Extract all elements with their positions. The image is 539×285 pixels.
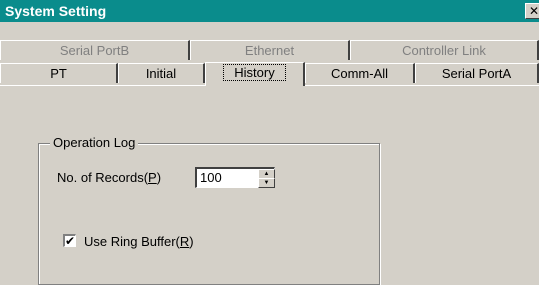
tab-serial-portb[interactable]: Serial PortB (0, 40, 190, 60)
close-icon[interactable]: ✕ (525, 3, 539, 19)
title-bar: System Setting ✕ (0, 0, 539, 22)
tab-label: Controller Link (402, 43, 486, 58)
tab-label: Comm-All (330, 66, 389, 81)
records-label-suffix: ) (156, 170, 162, 185)
window-title: System Setting (5, 3, 107, 19)
ring-buffer-label-suffix: ) (189, 234, 194, 249)
ring-buffer-label-key: R (179, 234, 190, 249)
tab-serial-porta[interactable]: Serial PortA (415, 63, 539, 83)
tab-initial[interactable]: Initial (118, 63, 205, 83)
tab-label: Serial PortA (441, 66, 512, 81)
tab-label: Ethernet (244, 43, 295, 58)
operation-log-group (38, 143, 380, 285)
tab-controller-link[interactable]: Controller Link (350, 40, 539, 60)
operation-log-title: Operation Log (50, 135, 139, 150)
ring-buffer-label-prefix: Use Ring Buffer( (84, 234, 180, 249)
tab-label: Initial (145, 66, 177, 81)
records-value[interactable]: 100 (200, 170, 222, 185)
records-label-key: P (148, 170, 157, 185)
records-label: No. of Records(P) (57, 170, 161, 185)
tab-history[interactable]: History (205, 62, 305, 86)
tab-label: Serial PortB (59, 43, 130, 58)
tab-pt[interactable]: PT (0, 63, 118, 83)
records-spin-input[interactable]: 100 ▲ ▼ (195, 167, 275, 188)
ring-buffer-label[interactable]: Use Ring Buffer(R) (84, 234, 194, 249)
tab-label: PT (50, 66, 67, 81)
records-spinner: ▲ ▼ (258, 169, 275, 188)
tab-ethernet[interactable]: Ethernet (190, 40, 350, 60)
ring-buffer-checkbox[interactable]: ✔ (63, 234, 76, 247)
records-label-prefix: No. of Records( (57, 170, 149, 185)
tab-comm-all[interactable]: Comm-All (305, 63, 415, 83)
spin-down-icon[interactable]: ▼ (258, 178, 275, 188)
tab-label: History (223, 64, 286, 81)
